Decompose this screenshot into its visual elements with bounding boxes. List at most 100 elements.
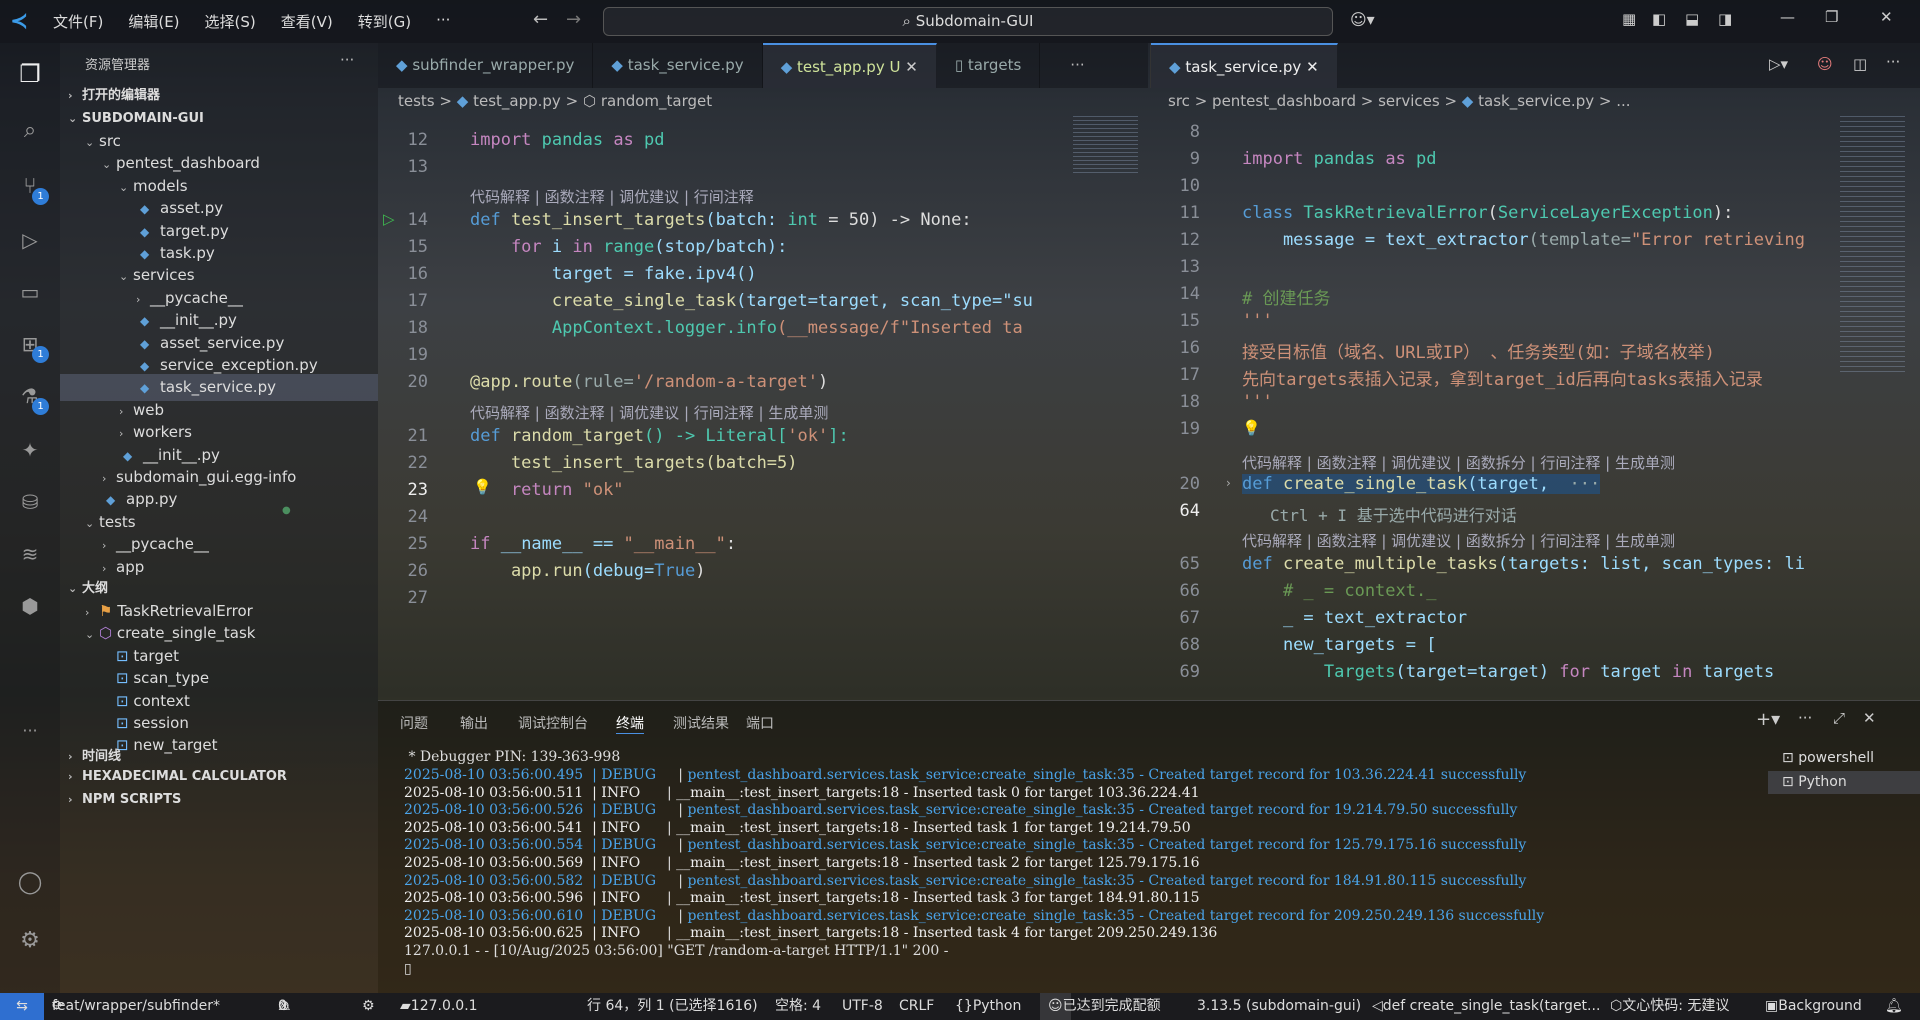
python-file-icon: ◆ [456, 92, 469, 110]
cube-icon[interactable]: ⬢ [13, 589, 47, 623]
restore-icon[interactable]: ❐ [1825, 8, 1838, 26]
debug-indicator[interactable]: ⚙ [362, 993, 375, 1020]
wenxin-status[interactable]: ⬡ 文心快码: 无建议 [1610, 993, 1729, 1020]
language-mode[interactable]: {} Python [955, 993, 1021, 1020]
indentation[interactable]: 空格: 4 [775, 993, 821, 1020]
testing-icon[interactable]: ⚗ 1 [13, 379, 49, 415]
source-control-icon[interactable]: ⑂ 1 [13, 169, 49, 205]
inline-chat-hint[interactable]: Ctrl + I 基于选中代码进行对话 [1270, 502, 1517, 526]
minimap[interactable] [1073, 116, 1138, 176]
encoding[interactable]: UTF-8 [842, 993, 883, 1020]
search-icon: ⌕ [902, 12, 916, 30]
line-number: 21 [407, 426, 428, 446]
breadcrumb-right: src > pentest_dashboard > services > ◆ t… [1168, 92, 1631, 110]
close-tab-icon[interactable]: ✕ [1306, 58, 1319, 76]
panel-tab[interactable]: 测试结果 [673, 713, 729, 733]
toggle-sidebar-icon[interactable]: ◧ [1652, 10, 1666, 28]
badge: 1 [32, 188, 49, 205]
menu-item[interactable]: ··· [436, 11, 450, 32]
more-icon[interactable]: ··· [13, 713, 47, 747]
remote-explorer-icon[interactable]: ▭ [13, 275, 47, 309]
close-tab-icon[interactable]: ✕ [905, 58, 918, 76]
minimize-icon[interactable]: — [1780, 8, 1795, 26]
command-center-search[interactable]: ⌕ Subdomain-GUI [603, 7, 1333, 36]
copilot-quota[interactable]: ☺ 已达到完成配额 [1040, 993, 1161, 1020]
toggle-panel-icon[interactable]: ⬓ [1685, 10, 1699, 28]
maximize-panel-icon[interactable]: ⤢ [1833, 709, 1845, 727]
terminal-item-python[interactable]: ⊡ Python [1768, 771, 1920, 794]
notifications-icon[interactable]: 🔔︎ [1885, 993, 1903, 1020]
back-arrow-icon[interactable]: ← [533, 9, 548, 30]
run-debug-icon[interactable]: ▷ [13, 223, 47, 257]
new-terminal-icon[interactable]: +▾ [1756, 709, 1780, 730]
cursor-position[interactable]: 行 64，列 1 (已选择1616) [587, 993, 758, 1020]
panel-tab[interactable]: 调试控制台 [518, 713, 588, 733]
python-file-icon: ◆ [611, 56, 628, 74]
code-line: def create_multiple_tasks(targets: list,… [1242, 554, 1805, 574]
code-line: message = text_extractor(template="Error… [1242, 230, 1805, 250]
terminal-item-powershell[interactable]: ⊡ powershell [1768, 747, 1920, 770]
extensions-icon[interactable]: ⊞ 1 [13, 327, 49, 363]
menu-item[interactable]: 编辑(E) [128, 11, 179, 32]
host-indicator[interactable]: ▰ 127.0.0.1 [400, 993, 478, 1020]
terminal-output[interactable]: * Debugger PIN: 139-363-998 2025-08-10 0… [378, 741, 1748, 994]
tabs-more-icon[interactable]: ··· [1070, 43, 1084, 88]
minimap[interactable] [1840, 116, 1905, 376]
tab-task-service[interactable]: ◆ task_service.py [593, 43, 763, 88]
copilot-chat-icon[interactable]: ☺ [1817, 55, 1833, 73]
toggle-secondary-sidebar-icon[interactable]: ◨ [1718, 10, 1732, 28]
panel-tab[interactable]: 端口 [746, 713, 774, 733]
panel-tab[interactable]: 终端 [616, 713, 644, 734]
menu-item[interactable]: 转到(G) [358, 11, 411, 32]
background-status[interactable]: ▣ Background [1765, 993, 1862, 1020]
code-line: 接受目标值（域名、URL或IP） 、任务类型(如：子域名枚举) [1242, 343, 1715, 363]
remote-indicator[interactable]: ⇆ [0, 993, 44, 1020]
menu-item[interactable]: 查看(V) [281, 11, 333, 32]
forward-arrow-icon[interactable]: → [566, 9, 581, 30]
account-icon[interactable]: ◯ [13, 865, 47, 899]
code-line: for i in range(stop/batch): [470, 237, 788, 257]
left-code-editor[interactable]: 12 13 14 15 16 17 18 19 20 21 22 23 24 2… [378, 116, 1148, 700]
explorer-icon[interactable]: ❐ [13, 57, 47, 91]
run-test-icon[interactable]: ▷ [383, 210, 395, 228]
codelens[interactable]: 代码解释 | 函数注释 | 调优建议 | 行间注释 [470, 186, 754, 207]
menu-item[interactable]: 文件(F) [53, 11, 103, 32]
tab-targets[interactable]: ▯ targets [937, 43, 1041, 88]
codelens[interactable]: 代码解释 | 函数注释 | 调优建议 | 函数拆分 | 行间注释 | 生成单测 [1242, 452, 1675, 473]
code-line: _ = text_extractor [1242, 608, 1468, 628]
database-icon[interactable]: ⛁ [13, 485, 47, 519]
python-interpreter[interactable]: 3.13.5 (subdomain-gui) [1197, 993, 1361, 1020]
editor-more-icon[interactable]: ··· [1886, 53, 1900, 71]
current-symbol[interactable]: ◁ def create_single_task(target... [1372, 993, 1600, 1020]
ai-assistant-icon[interactable]: ✦ [13, 433, 47, 467]
explorer-more-icon[interactable]: ··· [340, 51, 354, 69]
code-line: new_targets = [ [1242, 635, 1437, 655]
search-view-icon[interactable]: ⌕ [13, 113, 47, 147]
line-number: 10 [1179, 176, 1200, 196]
close-window-icon[interactable]: ✕ [1880, 8, 1893, 26]
tab-test-app[interactable]: ◆ test_app.py U ✕ [762, 43, 937, 88]
close-panel-icon[interactable]: ✕ [1863, 709, 1876, 727]
settings-gear-icon[interactable]: ⚙ [13, 923, 47, 957]
fold-chevron-icon[interactable]: › [1226, 476, 1231, 490]
panel-tab[interactable]: 问题 [400, 713, 428, 733]
panel-tab[interactable]: 输出 [460, 713, 488, 733]
layers-icon[interactable]: ≋ [13, 537, 47, 571]
right-code-editor[interactable]: 8 9 10 11 12 13 14 15 16 17 18 19 20 64 … [1150, 116, 1920, 700]
codelens[interactable]: 代码解释 | 函数注释 | 调优建议 | 行间注释 | 生成单测 [470, 402, 828, 423]
npm-scripts-section[interactable]: › NPM SCRIPTS [60, 786, 378, 813]
run-file-icon[interactable]: ▷▾ [1769, 55, 1788, 73]
panel-more-icon[interactable]: ··· [1798, 709, 1812, 727]
lightbulb-icon[interactable]: 💡 [1242, 419, 1261, 437]
tab-subfinder-wrapper[interactable]: ◆ subfinder_wrapper.py [378, 43, 594, 88]
menu-item[interactable]: 选择(S) [205, 11, 256, 32]
line-ending[interactable]: CRLF [899, 993, 934, 1020]
copilot-icon[interactable]: ☺▾ [1350, 10, 1375, 29]
line-number: 18 [407, 318, 428, 338]
layout-customize-icon[interactable]: ▦ [1622, 10, 1636, 28]
codelens[interactable]: 代码解释 | 函数注释 | 调优建议 | 函数拆分 | 行间注释 | 生成单测 [1242, 530, 1675, 551]
split-editor-icon[interactable]: ◫ [1853, 55, 1867, 73]
bottom-panel: 问题 输出 调试控制台 终端 测试结果 端口 +▾ ··· ⤢ ✕ * Debugger … [378, 700, 1920, 993]
git-branch[interactable]: ⑂ feat/wrapper/subfinder* ⟳ [52, 993, 220, 1020]
tab-task-service-right[interactable]: ◆ task_service.py ✕ [1151, 43, 1338, 88]
